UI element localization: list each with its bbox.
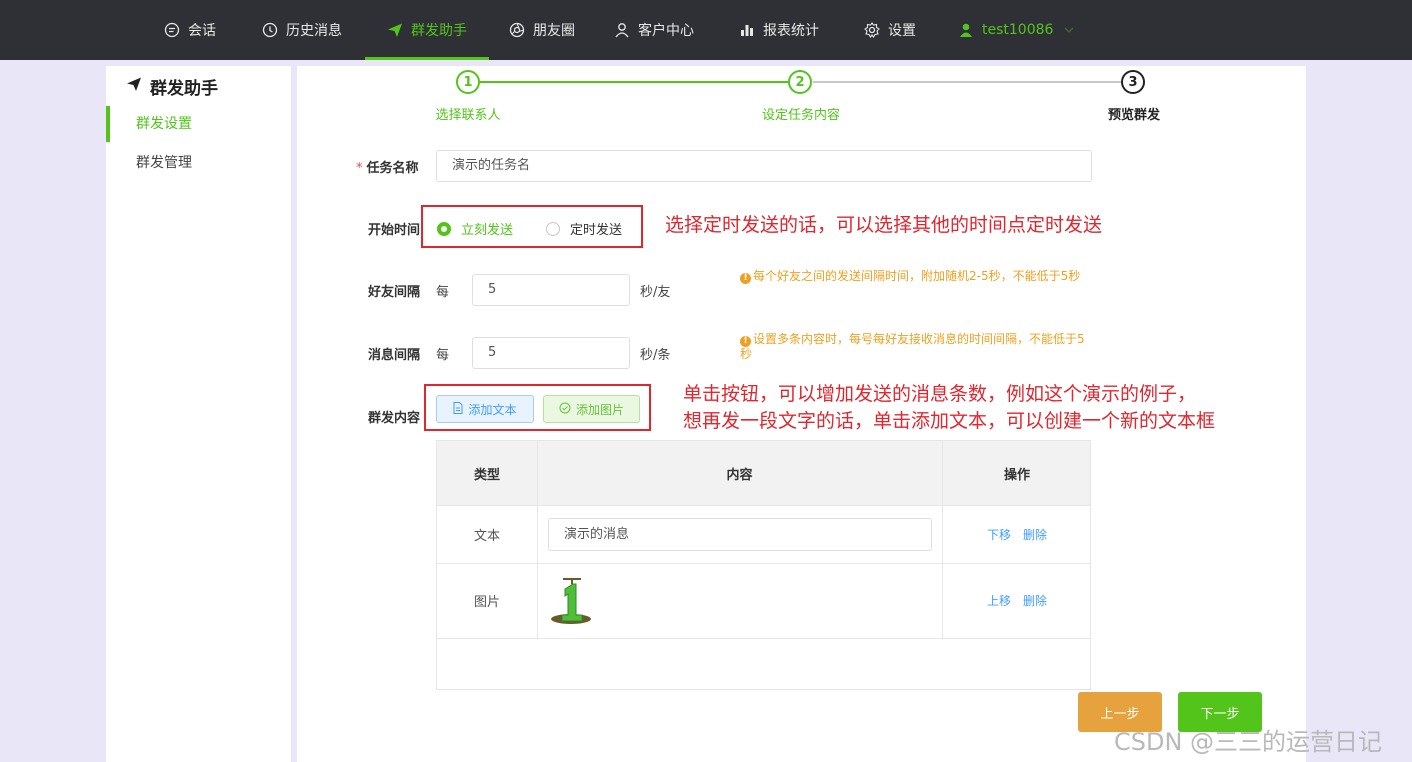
start-time-label: 开始时间 bbox=[368, 223, 421, 238]
username: test10086 bbox=[982, 22, 1054, 38]
nav-item-chat[interactable]: 会话 bbox=[164, 0, 216, 60]
msg-interval-input[interactable]: 5 bbox=[472, 337, 630, 369]
required-mark: * bbox=[356, 161, 363, 176]
friend-interval-per: 每 bbox=[436, 285, 450, 300]
chat-icon bbox=[164, 22, 180, 38]
nav-item-customers[interactable]: 客户中心 bbox=[614, 0, 694, 60]
msg-interval-unit: 秒/条 bbox=[640, 348, 671, 363]
nav-label: 朋友圈 bbox=[533, 23, 575, 39]
nav-label: 报表统计 bbox=[763, 23, 819, 39]
bar-chart-icon bbox=[739, 22, 755, 38]
nav-item-mass-send[interactable]: 群发助手 bbox=[365, 0, 489, 60]
msg-interval-tip-text: 设置多条内容时，每号每好友接收消息的时间间隔，不能低于5秒 bbox=[740, 332, 1085, 361]
msg-interval-per: 每 bbox=[436, 348, 450, 363]
chevron-down-icon bbox=[1061, 22, 1077, 38]
nav-item-reports[interactable]: 报表统计 bbox=[739, 0, 819, 60]
sidebar-item-mass-management[interactable]: 群发管理 bbox=[106, 145, 291, 181]
row-2-actions: 上移 删除 bbox=[942, 563, 1092, 638]
annotation-timed: 选择定时发送的话，可以选择其他的时间点定时发送 bbox=[665, 214, 1103, 236]
content-label: 群发内容 bbox=[368, 411, 421, 426]
step-3-circle: 3 bbox=[1121, 70, 1145, 94]
task-name-label: * 任务名称 bbox=[356, 157, 419, 176]
sidebar-item-mass-settings[interactable]: 群发设置 bbox=[106, 106, 291, 142]
move-up-link[interactable]: 上移 bbox=[987, 592, 1011, 609]
main-panel: 1 2 3 选择联系人 设定任务内容 预览群发 * 任务名称 演示的任务名 开始时… bbox=[297, 66, 1306, 762]
content-table: 类型 内容 操作 文本 演示的消息 下移 删除 图片 上移 删除 bbox=[436, 440, 1091, 690]
friend-interval-input[interactable]: 5 bbox=[472, 274, 630, 306]
image-thumbnail bbox=[549, 575, 593, 629]
friend-interval-tip-text: 每个好友之间的发送间隔时间，附加随机2-5秒，不能低于5秒 bbox=[753, 269, 1081, 283]
annotation-box-buttons bbox=[424, 384, 651, 431]
divider bbox=[437, 638, 1090, 639]
msg-interval-label: 消息间隔 bbox=[368, 348, 421, 363]
send-icon bbox=[387, 22, 403, 38]
header-actions: 操作 bbox=[1003, 467, 1030, 483]
annotation-buttons-line2: 想再发一段文字的话，单击添加文本，可以创建一个新的文本框 bbox=[683, 410, 1216, 432]
nav-label: 会话 bbox=[188, 23, 216, 39]
nav-item-moments[interactable]: 朋友圈 bbox=[509, 0, 575, 60]
sidebar-title: 群发助手 bbox=[126, 74, 218, 99]
step-2-label: 设定任务内容 bbox=[761, 108, 841, 123]
step-connector-done bbox=[480, 81, 788, 83]
clock-icon bbox=[262, 22, 278, 38]
user-menu[interactable]: test10086 bbox=[958, 0, 1077, 60]
row-1-type: 文本 bbox=[473, 528, 500, 544]
top-navigation-bar: 会话 历史消息 群发助手 朋友圈 客户中心 报表统计 设置 test10086 bbox=[0, 0, 1412, 60]
step-connector-pending bbox=[813, 81, 1122, 83]
gear-icon bbox=[864, 22, 880, 38]
task-name-input[interactable]: 演示的任务名 bbox=[436, 150, 1092, 182]
nav-item-settings[interactable]: 设置 bbox=[864, 0, 916, 60]
sidebar: 群发助手 群发设置 群发管理 bbox=[106, 66, 291, 762]
delete-link[interactable]: 删除 bbox=[1023, 526, 1047, 543]
annotation-box-radio bbox=[421, 205, 643, 248]
info-icon: ! bbox=[740, 273, 751, 284]
nav-label: 群发助手 bbox=[411, 23, 467, 39]
friend-interval-tip: ! 每个好友之间的发送间隔时间，附加随机2-5秒，不能低于5秒 bbox=[740, 269, 1095, 284]
msg-interval-tip: ! 设置多条内容时，每号每好友接收消息的时间间隔，不能低于5秒 bbox=[740, 332, 1095, 361]
send-icon bbox=[126, 76, 142, 97]
step-3-label: 预览群发 bbox=[1107, 108, 1161, 123]
friend-interval-unit: 秒/友 bbox=[640, 285, 671, 300]
header-content: 内容 bbox=[726, 467, 753, 483]
nav-label: 设置 bbox=[888, 23, 916, 39]
nav-label: 客户中心 bbox=[638, 23, 694, 39]
info-icon: ! bbox=[740, 336, 751, 347]
watermark: CSDN @三三的运营日记 bbox=[1114, 728, 1383, 756]
step-1-circle: 1 bbox=[456, 70, 480, 94]
row-1-actions: 下移 删除 bbox=[942, 505, 1092, 563]
step-1-label: 选择联系人 bbox=[435, 108, 501, 123]
user-icon bbox=[614, 22, 630, 38]
message-text-input[interactable]: 演示的消息 bbox=[548, 518, 932, 551]
delete-link[interactable]: 删除 bbox=[1023, 592, 1047, 609]
user-icon bbox=[958, 22, 974, 38]
sidebar-title-text: 群发助手 bbox=[150, 78, 218, 99]
friend-interval-label: 好友间隔 bbox=[368, 285, 421, 300]
nav-item-history[interactable]: 历史消息 bbox=[262, 0, 342, 60]
move-down-link[interactable]: 下移 bbox=[987, 526, 1011, 543]
aperture-icon bbox=[509, 22, 525, 38]
nav-label: 历史消息 bbox=[286, 23, 342, 39]
annotation-buttons-line1: 单击按钮，可以增加发送的消息条数，例如这个演示的例子， bbox=[683, 383, 1197, 405]
step-2-circle: 2 bbox=[788, 70, 812, 94]
header-type: 类型 bbox=[473, 467, 500, 483]
task-name-label-text: 任务名称 bbox=[366, 161, 419, 176]
row-2-type: 图片 bbox=[473, 595, 500, 610]
